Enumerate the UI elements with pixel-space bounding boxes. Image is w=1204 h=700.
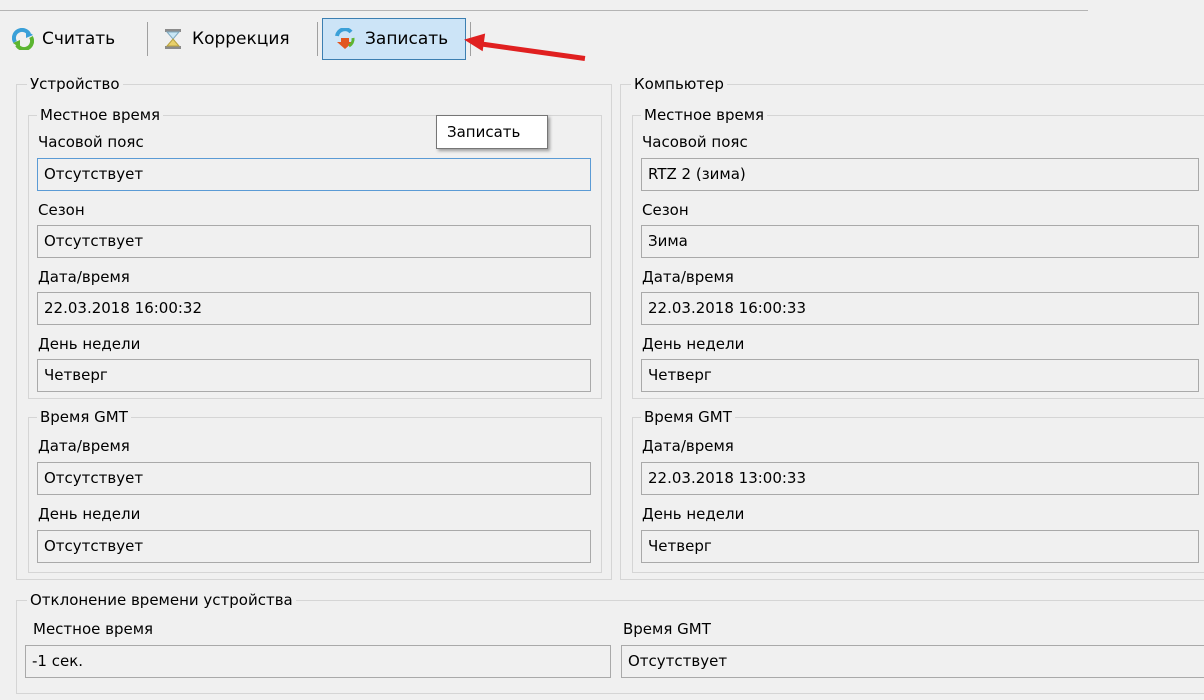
computer-local-time-title: Местное время <box>641 106 768 124</box>
annotation-arrow-head <box>462 30 486 52</box>
computer-datetime-field[interactable]: 22.03.2018 16:00:33 <box>641 292 1199 325</box>
write-tooltip: Записать <box>436 115 548 149</box>
correction-button[interactable]: Коррекция <box>150 18 314 60</box>
device-local-time-group: Местное время Часовой пояс Отсутствует С… <box>28 106 602 399</box>
device-weekday-label: День недели <box>38 335 141 353</box>
read-button-label: Считать <box>42 29 116 49</box>
hourglass-icon <box>162 28 184 50</box>
device-season-label: Сезон <box>38 201 85 219</box>
write-icon <box>335 27 357 50</box>
toolbar: Считать Коррекция Записать <box>0 18 1204 62</box>
device-gmt-group: Время GMT Дата/время Отсутствует День не… <box>28 408 602 573</box>
computer-gmt-weekday-label: День недели <box>642 505 745 523</box>
device-gmt-datetime-field[interactable]: Отсутствует <box>37 462 591 495</box>
deviation-local-label: Местное время <box>33 620 154 638</box>
device-gmt-weekday-label: День недели <box>38 505 141 523</box>
deviation-local-field[interactable]: -1 сек. <box>25 645 611 678</box>
device-gmt-weekday-field[interactable]: Отсутствует <box>37 530 591 563</box>
computer-season-label: Сезон <box>642 201 689 219</box>
read-refresh-icon <box>11 27 35 52</box>
deviation-gmt-label: Время GMT <box>623 620 711 638</box>
correction-button-label: Коррекция <box>192 29 290 49</box>
device-timezone-field[interactable]: Отсутствует <box>37 158 591 191</box>
toolbar-separator <box>147 22 148 56</box>
computer-gmt-group: Время GMT Дата/время 22.03.2018 13:00:33… <box>632 408 1204 573</box>
device-local-time-title: Местное время <box>37 106 164 124</box>
computer-weekday-field[interactable]: Четверг <box>641 359 1199 392</box>
computer-season-field[interactable]: Зима <box>641 225 1199 258</box>
toolbar-separator <box>317 22 318 56</box>
computer-timezone-label: Часовой пояс <box>642 133 748 151</box>
device-datetime-field[interactable]: 22.03.2018 16:00:32 <box>37 292 591 325</box>
computer-group-title: Компьютер <box>631 75 727 93</box>
device-gmt-title: Время GMT <box>37 408 131 426</box>
device-gmt-datetime-label: Дата/время <box>38 437 130 455</box>
device-group-title: Устройство <box>27 75 123 93</box>
device-datetime-label: Дата/время <box>38 268 130 286</box>
computer-weekday-label: День недели <box>642 335 745 353</box>
device-group: Устройство Местное время Часовой пояс От… <box>16 75 612 580</box>
device-timezone-label: Часовой пояс <box>38 133 144 151</box>
write-button[interactable]: Записать <box>322 18 466 60</box>
write-button-label: Записать <box>365 29 449 49</box>
computer-gmt-datetime-field[interactable]: 22.03.2018 13:00:33 <box>641 462 1199 495</box>
device-weekday-field[interactable]: Четверг <box>37 359 591 392</box>
computer-gmt-title: Время GMT <box>641 408 735 426</box>
computer-local-time-group: Местное время Часовой пояс RTZ 2 (зима) … <box>632 106 1204 399</box>
deviation-gmt-field[interactable]: Отсутствует <box>621 645 1204 678</box>
computer-gmt-weekday-field[interactable]: Четверг <box>641 530 1199 563</box>
device-season-field[interactable]: Отсутствует <box>37 225 591 258</box>
computer-group: Компьютер Местное время Часовой пояс RTZ… <box>620 75 1204 580</box>
computer-gmt-datetime-label: Дата/время <box>642 437 734 455</box>
top-divider <box>0 10 1088 11</box>
read-button[interactable]: Считать <box>0 18 144 60</box>
computer-timezone-field[interactable]: RTZ 2 (зима) <box>641 158 1199 191</box>
deviation-group-title: Отклонение времени устройства <box>27 591 296 609</box>
computer-datetime-label: Дата/время <box>642 268 734 286</box>
deviation-group: Отклонение времени устройства Местное вр… <box>16 591 1204 694</box>
